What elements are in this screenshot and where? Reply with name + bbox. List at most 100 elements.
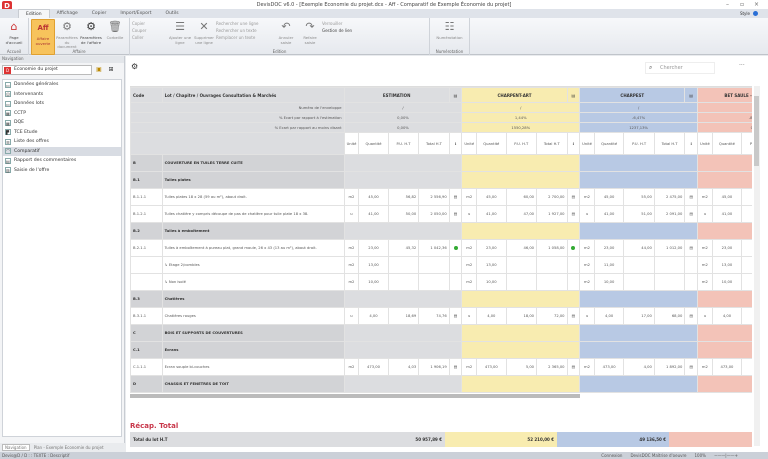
cell[interactable]: 2 475,00 [653, 188, 686, 206]
row-icon-cell[interactable]: ▤ [684, 205, 698, 223]
cell[interactable]: 68,00 [653, 307, 686, 325]
table-row[interactable]: D CHASSIS ET FENETRES DE TOIT [130, 375, 752, 393]
cell[interactable]: 56,82 [387, 188, 420, 206]
table-row[interactable]: B.1 Tuiles plates [130, 171, 752, 189]
row-icon-cell[interactable]: ▤ [684, 188, 698, 206]
cell[interactable]: 41,00 [476, 205, 507, 223]
cell[interactable]: m2 [697, 239, 713, 257]
cell[interactable] [741, 273, 752, 291]
tab-navigation[interactable]: Navigation [2, 444, 30, 451]
tab-copier[interactable]: Copier [85, 9, 114, 18]
doc-icon[interactable]: ▤ [448, 87, 463, 103]
cell[interactable]: 473,00 [593, 358, 625, 376]
nav-item[interactable]: ▛ TCE Etude [3, 128, 121, 138]
cell[interactable]: 51,00 [623, 205, 655, 223]
row-icon-cell[interactable]: ▤ [684, 358, 698, 376]
nav-item[interactable]: ▭ Données générales [3, 80, 121, 90]
cell[interactable]: 17,00 [623, 307, 655, 325]
cell[interactable]: u [343, 205, 360, 223]
cell[interactable]: 4,00 [711, 307, 743, 325]
cell[interactable]: u [461, 205, 478, 223]
cell[interactable]: m2 [697, 256, 713, 274]
minimize-button[interactable]: – [726, 1, 729, 8]
table-row[interactable]: B.2 Tuiles à emboîtement [130, 222, 752, 240]
find-text-button[interactable]: Rechercher un texte [216, 28, 274, 33]
tab-affichage[interactable]: Affichage [50, 9, 85, 18]
cell[interactable]: 1 892,00 [653, 358, 686, 376]
row-icon-cell[interactable]: ▤ [448, 188, 463, 206]
cell[interactable]: m2 [461, 358, 478, 376]
info-icon[interactable]: ℹ [684, 132, 698, 155]
cell[interactable]: 4,00 [476, 307, 507, 325]
cell[interactable]: 10,00 [593, 273, 625, 291]
table-row[interactable]: B.1.2.1 Tuiles chatière y compris découpe… [130, 205, 752, 223]
info-icon[interactable]: ℹ [566, 132, 581, 155]
table-row[interactable]: C.1.1.1 Ecran souple bi-couches m2 473,00 4,… [130, 358, 752, 376]
row-icon-cell[interactable] [684, 273, 698, 291]
cell[interactable]: 4,03 [387, 358, 420, 376]
cell[interactable]: m2 [697, 188, 713, 206]
cell[interactable] [536, 256, 568, 274]
table-row[interactable]: B.3 Chatières [130, 290, 752, 308]
cell[interactable]: u [343, 307, 360, 325]
cell[interactable]: 10,00 [358, 273, 389, 291]
cell[interactable]: 13,00 [476, 256, 507, 274]
cell[interactable] [505, 273, 538, 291]
table-row[interactable]: B.2.1.1 Tuiles à emboîtement à pureau pla… [130, 239, 752, 257]
cell[interactable]: u [461, 307, 478, 325]
cell[interactable] [741, 239, 752, 257]
link-button[interactable]: Gestion de lien [322, 28, 366, 33]
nav-item[interactable]: ▦ CCTP [3, 109, 121, 119]
info-icon[interactable] [753, 11, 758, 16]
cell[interactable]: 46,00 [505, 239, 538, 257]
cell[interactable]: 2 091,00 [653, 205, 686, 223]
cell[interactable] [623, 256, 655, 274]
cell[interactable]: 1 042,36 [418, 239, 450, 257]
cell[interactable]: 45,00 [593, 188, 625, 206]
cell[interactable]: 23,00 [711, 239, 743, 257]
cell[interactable]: 41,00 [593, 205, 625, 223]
cell[interactable]: 41,00 [358, 205, 389, 223]
vertical-scrollbar[interactable] [754, 86, 760, 446]
cell[interactable] [623, 273, 655, 291]
cell[interactable]: m2 [343, 239, 360, 257]
cell[interactable]: 18,69 [387, 307, 420, 325]
doc-icon[interactable]: ▤ [566, 87, 581, 103]
cell[interactable] [418, 256, 450, 274]
nav-item[interactable]: ▤ Rapport des commentaires [3, 156, 121, 166]
nav-item[interactable]: ▦ DQE [3, 118, 121, 128]
cell[interactable]: m2 [579, 239, 595, 257]
cell[interactable]: 1 906,19 [418, 358, 450, 376]
cell[interactable]: 11,00 [593, 256, 625, 274]
tab-edition[interactable]: Edition [18, 9, 50, 18]
replace-text-button[interactable]: Remplacer un texte [216, 35, 274, 40]
cell[interactable] [741, 358, 752, 376]
row-icon-cell[interactable]: ▤ [448, 205, 463, 223]
table-row[interactable]: ↳ Non isolé m2 10,00 m2 10,00 m2 10,00 m2 10,00 [130, 273, 752, 291]
nav-item[interactable]: ▥ Saisie de l'offre [3, 166, 121, 176]
tree-icon[interactable]: ⊞ [106, 65, 116, 75]
cell[interactable]: 47,00 [505, 205, 538, 223]
folder-icon[interactable]: ▣ [94, 65, 104, 75]
table-row[interactable]: B COUVERTURE EN TUILES TERRE CUITE [130, 154, 752, 172]
cell[interactable]: m2 [461, 256, 478, 274]
table-row[interactable]: C BOIS ET SUPPORTS DE COUVERTURES [130, 324, 752, 342]
row-icon-cell[interactable] [448, 273, 463, 291]
cell[interactable]: 5,00 [505, 358, 538, 376]
table-row[interactable]: B.1.1.1 Tuiles plates 18 x 28 (59 au m²),… [130, 188, 752, 206]
cell[interactable] [536, 273, 568, 291]
row-icon-cell[interactable] [448, 256, 463, 274]
cell[interactable]: 72,00 [536, 307, 568, 325]
row-icon-cell[interactable]: ▤ [448, 307, 463, 325]
cell[interactable]: 2 556,90 [418, 188, 450, 206]
cell[interactable]: 45,32 [387, 239, 420, 257]
row-icon-cell[interactable] [684, 256, 698, 274]
cell[interactable]: 10,00 [711, 273, 743, 291]
cell[interactable]: 10,00 [476, 273, 507, 291]
cell[interactable]: m2 [697, 273, 713, 291]
table-row[interactable]: B.3.1.1 Chatières rouges u 4,00 18,69 74,76 ▤ u… [130, 307, 752, 325]
row-icon-cell[interactable]: ▤ [448, 358, 463, 376]
cell[interactable]: 473,00 [476, 358, 507, 376]
cell[interactable]: m2 [343, 256, 360, 274]
cell[interactable]: u [579, 307, 595, 325]
